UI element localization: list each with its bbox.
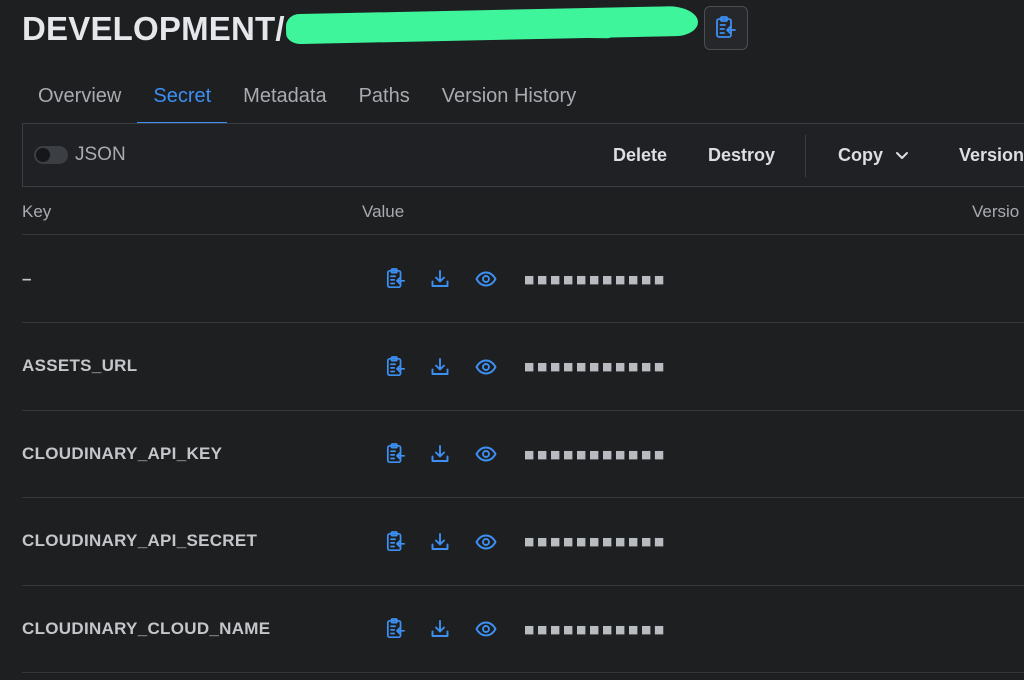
- reveal-value-button[interactable]: [474, 617, 498, 641]
- masked-value: ■■■■■■■■■■■: [524, 272, 667, 286]
- secret-toolbar: JSON Delete Destroy Copy Version: [22, 123, 1024, 187]
- copy-value-button[interactable]: [384, 267, 408, 291]
- tab-metadata[interactable]: Metadata: [227, 68, 342, 124]
- redaction-mark: [285, 5, 699, 45]
- download-value-button[interactable]: [428, 442, 452, 466]
- json-toggle-group[interactable]: JSON: [34, 124, 126, 186]
- copy-value-button[interactable]: [384, 355, 408, 379]
- tab-secret[interactable]: Secret: [137, 68, 227, 124]
- copy-value-button[interactable]: [384, 530, 408, 554]
- reveal-value-button[interactable]: [474, 355, 498, 379]
- secret-key: –: [22, 268, 32, 288]
- page-title: DEVELOPMENT/: [22, 10, 285, 47]
- download-value-button[interactable]: [428, 530, 452, 554]
- eye-icon: [475, 271, 497, 287]
- clipboard-copy-icon: [386, 355, 406, 376]
- tab-version-history[interactable]: Version History: [426, 68, 593, 124]
- tab-paths[interactable]: Paths: [343, 68, 426, 124]
- clipboard-copy-icon: [386, 443, 406, 464]
- reveal-value-button[interactable]: [474, 530, 498, 554]
- reveal-value-button[interactable]: [474, 442, 498, 466]
- download-value-button[interactable]: [428, 355, 452, 379]
- masked-value: ■■■■■■■■■■■: [524, 360, 667, 373]
- json-toggle-label: JSON: [75, 144, 126, 165]
- copy-path-button[interactable]: [704, 6, 748, 50]
- destroy-button[interactable]: Destroy: [708, 124, 775, 186]
- masked-value: ■■■■■■■■■■■: [524, 622, 667, 636]
- secret-key: ASSETS_URL: [22, 356, 138, 375]
- table-row: CLOUDINARY_CLOUD_NAME ■■■■■■■■■■■: [22, 585, 1024, 673]
- chevron-down-icon: [896, 152, 908, 159]
- clipboard-copy-icon: [716, 16, 736, 38]
- reveal-value-button[interactable]: [474, 267, 498, 291]
- table-row: CLOUDINARY_API_KEY ■■■■■■■■■■■: [22, 410, 1024, 498]
- copy-value-button[interactable]: [384, 442, 408, 466]
- clipboard-copy-icon: [386, 618, 406, 639]
- table-row: – ■■■■■■■■■■■: [22, 235, 1024, 323]
- download-icon: [431, 270, 449, 287]
- eye-icon: [475, 621, 497, 637]
- eye-icon: [475, 446, 497, 462]
- secret-key: CLOUDINARY_CLOUD_NAME: [22, 618, 271, 638]
- eye-icon: [475, 359, 497, 374]
- download-value-button[interactable]: [428, 267, 452, 291]
- delete-button[interactable]: Delete: [613, 124, 667, 186]
- download-icon: [431, 445, 449, 462]
- secret-key: CLOUDINARY_API_KEY: [22, 443, 223, 463]
- download-icon: [431, 620, 449, 637]
- clipboard-copy-icon: [386, 268, 406, 289]
- page-header: DEVELOPMENT/: [22, 6, 285, 52]
- tab-bar: Overview Secret Metadata Paths Version H…: [22, 68, 592, 124]
- table-header: Key Value Versio: [22, 190, 1024, 235]
- masked-value: ■■■■■■■■■■■: [524, 535, 667, 548]
- column-header-version: Versio: [972, 202, 1020, 221]
- copy-label: Copy: [838, 144, 883, 165]
- toggle-knob: [36, 148, 50, 162]
- clipboard-copy-icon: [386, 530, 406, 551]
- download-icon: [431, 532, 449, 550]
- json-toggle[interactable]: [34, 146, 68, 164]
- table-row: CLOUDINARY_API_SECRET ■■■■■■■■■■■: [22, 498, 1024, 586]
- copy-value-button[interactable]: [384, 617, 408, 641]
- download-icon: [431, 357, 449, 375]
- tab-overview[interactable]: Overview: [22, 68, 137, 124]
- version-dropdown-button[interactable]: Version: [959, 124, 1024, 186]
- secret-key: CLOUDINARY_API_SECRET: [22, 531, 258, 550]
- download-value-button[interactable]: [428, 617, 452, 641]
- table-row: ASSETS_URL ■■■■■■■■■■■: [22, 323, 1024, 411]
- column-header-key: Key: [22, 202, 52, 221]
- eye-icon: [475, 534, 497, 549]
- column-header-value: Value: [362, 202, 405, 221]
- masked-value: ■■■■■■■■■■■: [524, 447, 667, 461]
- secret-page: DEVELOPMENT/ Overview Secret Metadata Pa…: [0, 0, 1024, 680]
- toolbar-divider: [805, 135, 806, 177]
- copy-dropdown-button[interactable]: Copy: [838, 124, 909, 186]
